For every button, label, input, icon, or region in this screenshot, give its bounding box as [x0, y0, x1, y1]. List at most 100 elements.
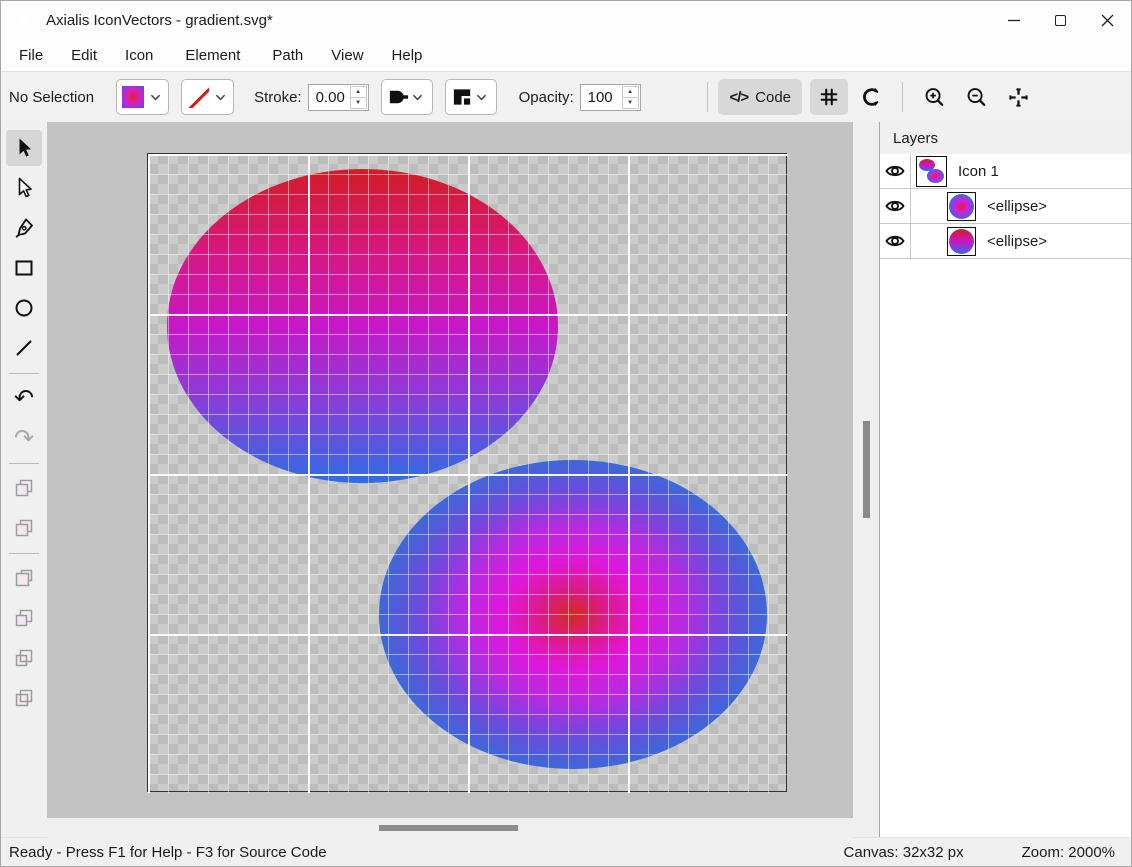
- send-to-back-icon: [12, 686, 36, 710]
- thumb-radial-ellipse: [927, 169, 944, 183]
- canvas-size-indicator: Canvas: 32x32 px: [844, 844, 964, 861]
- send-to-back-button: [6, 680, 42, 716]
- maximize-icon: [1055, 15, 1066, 26]
- layers-panel-title: Layers: [880, 122, 1131, 154]
- cursor-outline-icon: [12, 176, 36, 200]
- line-tool-button[interactable]: [6, 330, 42, 366]
- stroke-width-down-button[interactable]: ▼: [351, 98, 366, 108]
- fill-color-dropdown[interactable]: [116, 79, 169, 115]
- stroke-swatch: [187, 86, 209, 108]
- icon-canvas[interactable]: [147, 153, 787, 792]
- opacity-spinner[interactable]: ▲ ▼: [580, 84, 641, 111]
- properties-toolbar: No Selection Stroke: ▲ ▼ Opacity:: [1, 71, 1131, 122]
- redo-icon: ↷: [14, 426, 34, 450]
- undo-button[interactable]: ↶: [6, 380, 42, 416]
- layer-row-ellipse-radial[interactable]: <ellipse>: [880, 189, 1131, 224]
- rectangle-tool-button[interactable]: [6, 250, 42, 286]
- eye-icon: [884, 162, 906, 180]
- menu-view[interactable]: View: [317, 43, 377, 68]
- layers-panel: Layers Icon 1 <ellipse>: [880, 122, 1131, 837]
- window-title: Axialis IconVectors - gradient.svg*: [46, 12, 273, 29]
- stroke-width-spinner[interactable]: ▲ ▼: [308, 84, 369, 111]
- bring-to-front-icon: [12, 566, 36, 590]
- line-icon: [12, 336, 36, 360]
- zoom-in-icon: [923, 86, 946, 109]
- radial-gradient-ellipse[interactable]: [379, 460, 767, 769]
- close-button[interactable]: [1084, 1, 1131, 39]
- ellipse-tool-button[interactable]: [6, 290, 42, 326]
- opacity-up-button[interactable]: ▲: [623, 87, 638, 98]
- menu-help[interactable]: Help: [378, 43, 437, 68]
- bring-forward-icon: [12, 606, 36, 630]
- layer-row-ellipse-linear[interactable]: <ellipse>: [880, 224, 1131, 259]
- stroke-color-dropdown[interactable]: [181, 79, 234, 115]
- menu-element[interactable]: Element: [167, 43, 258, 68]
- layer-row-icon1[interactable]: Icon 1: [880, 154, 1131, 189]
- title-bar: Axialis IconVectors - gradient.svg*: [1, 1, 1131, 39]
- group-button: [6, 470, 42, 506]
- opacity-input[interactable]: [581, 85, 621, 110]
- tool-separator: [9, 463, 39, 464]
- close-icon: [1101, 14, 1114, 27]
- tool-separator: [9, 373, 39, 374]
- layer-label[interactable]: <ellipse>: [987, 233, 1047, 250]
- minimize-button[interactable]: [990, 1, 1037, 39]
- zoom-out-icon: [965, 86, 988, 109]
- vertical-scrollbar-thumb[interactable]: [863, 421, 870, 518]
- toolbar-separator: [902, 82, 903, 112]
- menu-file[interactable]: File: [5, 43, 57, 68]
- chevron-down-icon: [410, 90, 425, 105]
- app-logo-icon: [13, 9, 36, 32]
- bring-to-front-button: [6, 560, 42, 596]
- layer-thumbnail: [947, 192, 976, 221]
- rectangle-icon: [12, 256, 36, 280]
- tool-separator: [9, 553, 39, 554]
- linear-gradient-ellipse[interactable]: [167, 169, 558, 483]
- ungroup-icon: [12, 516, 36, 540]
- code-view-button[interactable]: </> Code: [718, 79, 802, 115]
- selection-status: No Selection: [9, 89, 94, 106]
- code-icon: </>: [729, 89, 748, 106]
- stroke-width-up-button[interactable]: ▲: [351, 87, 366, 98]
- maximize-button[interactable]: [1037, 1, 1084, 39]
- workspace[interactable]: [47, 122, 853, 818]
- undo-icon: ↶: [14, 386, 34, 410]
- grid-icon: [818, 86, 840, 108]
- eye-icon: [884, 232, 906, 250]
- bring-forward-button: [6, 600, 42, 636]
- horizontal-scrollbar-thumb[interactable]: [379, 825, 518, 831]
- send-backward-button: [6, 640, 42, 676]
- layer-label[interactable]: Icon 1: [958, 163, 999, 180]
- menu-icon[interactable]: Icon: [111, 43, 167, 68]
- visibility-toggle[interactable]: [880, 154, 911, 188]
- horizontal-scrollbar[interactable]: [47, 818, 853, 839]
- menu-edit[interactable]: Edit: [57, 43, 111, 68]
- line-cap-dropdown[interactable]: [381, 79, 433, 115]
- visibility-toggle[interactable]: [880, 189, 911, 223]
- chevron-down-icon: [148, 90, 163, 105]
- zoom-level-indicator: Zoom: 2000%: [1022, 844, 1115, 861]
- pen-tool-button[interactable]: [6, 210, 42, 246]
- zoom-in-button[interactable]: [915, 79, 953, 115]
- layer-thumbnail: [916, 156, 947, 187]
- zoom-out-button[interactable]: [957, 79, 995, 115]
- opacity-down-button[interactable]: ▼: [623, 98, 638, 108]
- menu-bar: File Edit Icon Element Path View Help: [1, 39, 1131, 71]
- grid-toggle-button[interactable]: [810, 79, 848, 115]
- vertical-scrollbar[interactable]: [853, 122, 879, 818]
- menu-path[interactable]: Path: [258, 43, 317, 68]
- snap-magnet-button[interactable]: [852, 79, 890, 115]
- direct-select-tool-button[interactable]: [6, 170, 42, 206]
- pen-icon: [12, 216, 36, 240]
- app-window: Axialis IconVectors - gradient.svg* File…: [0, 0, 1132, 867]
- center-view-button[interactable]: [999, 79, 1037, 115]
- stroke-width-input[interactable]: [309, 85, 349, 110]
- group-icon: [12, 476, 36, 500]
- visibility-toggle[interactable]: [880, 224, 911, 258]
- layer-label[interactable]: <ellipse>: [987, 198, 1047, 215]
- select-tool-button[interactable]: [6, 130, 42, 166]
- line-cap-icon: [387, 87, 410, 107]
- line-join-dropdown[interactable]: [445, 79, 497, 115]
- chevron-down-icon: [474, 90, 489, 105]
- ellipse-icon: [12, 296, 36, 320]
